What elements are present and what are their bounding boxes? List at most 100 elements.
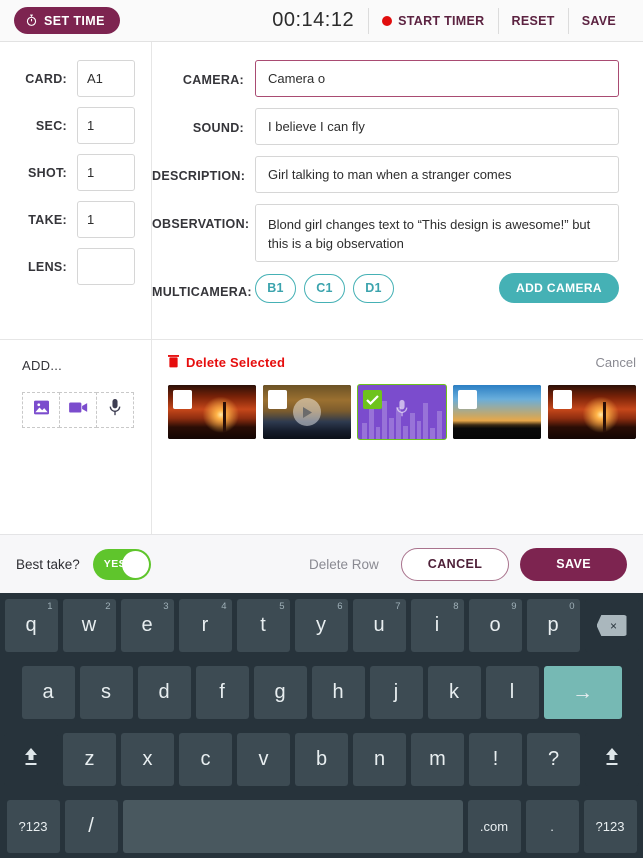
card-input[interactable] [77, 60, 135, 97]
key-k[interactable]: k [427, 666, 481, 719]
multicamera-label: MULTICAMERA: [152, 284, 252, 299]
key-n[interactable]: n [353, 733, 406, 786]
key-z-label: z [84, 748, 95, 770]
key-y[interactable]: 6y [294, 599, 348, 652]
key-p-label: p [547, 614, 559, 636]
key-shift-right[interactable] [585, 733, 639, 786]
key-a[interactable]: a [21, 666, 75, 719]
microphone-icon [396, 398, 408, 423]
key-g[interactable]: g [253, 666, 307, 719]
lens-input[interactable] [77, 248, 135, 285]
key-f[interactable]: f [195, 666, 249, 719]
multicamera-chips: B1 C1 D1 [255, 273, 499, 303]
thumbnail-checkbox[interactable] [268, 390, 287, 409]
key-z[interactable]: z [63, 733, 116, 786]
key-w[interactable]: 2w [62, 599, 116, 652]
key-s[interactable]: s [79, 666, 133, 719]
keyboard-row-1: 1q 2w 3e 4r 5t 6y 7u 8i 9o 0p × [4, 599, 639, 652]
key-slash[interactable]: / [64, 800, 118, 853]
key-e[interactable]: 3e [120, 599, 174, 652]
key-o[interactable]: 9o [468, 599, 522, 652]
best-take-toggle[interactable]: YES [92, 548, 151, 580]
camera-chip-d1[interactable]: D1 [353, 273, 394, 303]
camera-chip-c1[interactable]: C1 [304, 273, 345, 303]
thumbnail-item[interactable] [453, 385, 541, 439]
key-symbols-right[interactable]: ?123 [583, 800, 637, 853]
reset-button[interactable]: RESET [499, 8, 568, 34]
delete-row-link[interactable]: Delete Row [309, 557, 379, 572]
add-camera-button[interactable]: ADD CAMERA [499, 273, 619, 303]
thumbnail-checkbox[interactable] [458, 390, 477, 409]
key-i[interactable]: 8i [410, 599, 464, 652]
key-o-number: 9 [511, 601, 517, 612]
key-j[interactable]: j [369, 666, 423, 719]
keyboard-row-2: a s d f g h j k l → [4, 666, 639, 719]
media-area: ADD... Delete Selected Cancel [0, 339, 643, 534]
key-m[interactable]: m [411, 733, 464, 786]
key-backspace[interactable]: × [584, 599, 639, 652]
cancel-button[interactable]: CANCEL [400, 547, 510, 581]
key-m-label: m [429, 748, 446, 770]
key-d-label: d [158, 681, 170, 703]
sec-input[interactable] [77, 107, 135, 144]
thumbnail-checkbox[interactable] [173, 390, 192, 409]
key-question[interactable]: ? [527, 733, 580, 786]
key-o-label: o [489, 614, 501, 636]
add-image-button[interactable] [22, 392, 60, 428]
key-e-number: 3 [163, 601, 169, 612]
key-y-label: y [316, 614, 326, 636]
key-a-label: a [42, 681, 54, 703]
key-q[interactable]: 1q [4, 599, 58, 652]
sound-input[interactable] [255, 108, 619, 145]
key-shift-left[interactable] [4, 733, 58, 786]
observation-label: OBSERVATION: [152, 217, 250, 231]
thumbnail-item[interactable] [548, 385, 636, 439]
key-x[interactable]: x [121, 733, 174, 786]
key-v[interactable]: v [237, 733, 290, 786]
key-l[interactable]: l [485, 666, 539, 719]
key-enter[interactable]: → [543, 666, 622, 719]
thumbnail-checkbox[interactable] [553, 390, 572, 409]
save-button[interactable]: SAVE [520, 547, 627, 581]
field-row-card: CARD: [0, 60, 151, 97]
keyboard-row-4: ?123 / .com . ?123 [4, 800, 639, 853]
add-video-button[interactable] [59, 392, 97, 428]
key-exclamation[interactable]: ! [469, 733, 522, 786]
key-p[interactable]: 0p [526, 599, 580, 652]
key-p-number: 0 [569, 601, 575, 612]
key-symbols-right-label: ?123 [595, 819, 625, 834]
key-r[interactable]: 4r [178, 599, 232, 652]
thumbnail-item[interactable] [263, 385, 351, 439]
key-u-number: 7 [395, 601, 401, 612]
shot-input[interactable] [77, 154, 135, 191]
camera-chip-b1[interactable]: B1 [255, 273, 296, 303]
key-c[interactable]: c [179, 733, 232, 786]
add-audio-button[interactable] [96, 392, 134, 428]
key-u[interactable]: 7u [352, 599, 406, 652]
timer-display: 00:14:12 [272, 9, 355, 31]
key-symbols-left[interactable]: ?123 [6, 800, 60, 853]
image-icon [33, 400, 50, 420]
thumbnail-checkbox[interactable] [363, 390, 382, 409]
key-t[interactable]: 5t [236, 599, 290, 652]
thumbnail-item[interactable] [357, 384, 447, 440]
key-b[interactable]: b [295, 733, 348, 786]
media-cancel-link[interactable]: Cancel [596, 355, 636, 370]
key-h[interactable]: h [311, 666, 365, 719]
set-time-button[interactable]: SET TIME [14, 7, 120, 34]
observation-textarea[interactable] [255, 204, 619, 262]
enter-arrow-icon: → [572, 680, 593, 704]
key-dotcom[interactable]: .com [467, 800, 521, 853]
field-row-description: DESCRIPTION: [152, 156, 619, 193]
camera-input[interactable] [255, 60, 619, 97]
start-timer-button[interactable]: START TIMER [369, 8, 497, 34]
key-d[interactable]: d [137, 666, 191, 719]
delete-selected-button[interactable]: Delete Selected [168, 354, 285, 371]
key-period[interactable]: . [525, 800, 579, 853]
key-space[interactable] [122, 800, 463, 853]
description-input[interactable] [255, 156, 619, 193]
thumbnail-item[interactable] [168, 385, 256, 439]
header-save-button[interactable]: SAVE [569, 8, 629, 34]
take-input[interactable] [77, 201, 135, 238]
field-row-shot: SHOT: [0, 154, 151, 191]
